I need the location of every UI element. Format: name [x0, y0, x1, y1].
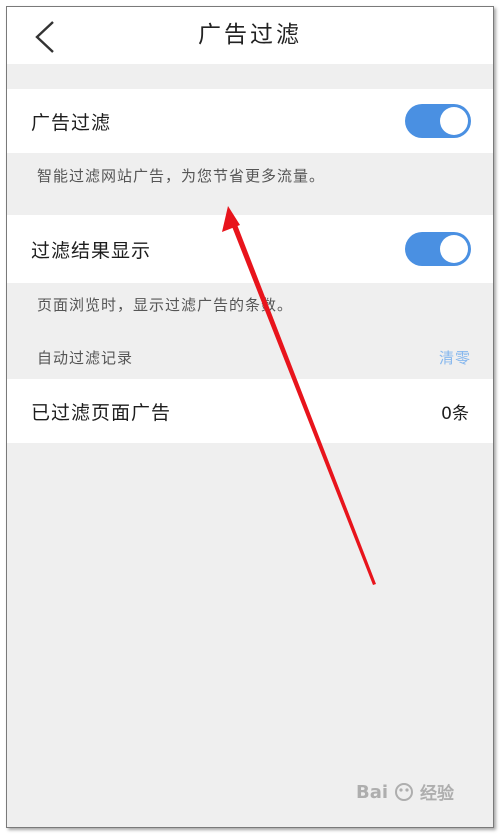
baidu-watermark: Bai 经验 [356, 778, 454, 804]
result-display-row: 过滤结果显示 [7, 215, 493, 283]
result-display-toggle[interactable] [405, 232, 471, 266]
baidu-logo-icon: Bai [356, 782, 413, 803]
svg-text:Bai: Bai [356, 782, 388, 803]
result-display-label: 过滤结果显示 [31, 239, 152, 262]
filtered-pages-label: 已过滤页面广告 [31, 401, 172, 424]
ad-filter-row: 广告过滤 [7, 89, 493, 153]
ad-filter-description: 智能过滤网站广告，为您节省更多流量。 [37, 167, 326, 185]
ad-filter-label: 广告过滤 [31, 111, 112, 134]
auto-record-label: 自动过滤记录 [37, 349, 134, 367]
clear-button[interactable]: 清零 [439, 347, 471, 368]
result-display-description: 页面浏览时，显示过滤广告的条数。 [37, 296, 294, 314]
toggle-knob [440, 235, 468, 263]
filtered-pages-row: 已过滤页面广告 0条 [7, 379, 493, 443]
phone-screen: 广告过滤 广告过滤 智能过滤网站广告，为您节省更多流量。 过滤结果显示 页面浏览… [6, 6, 494, 828]
toggle-knob [440, 107, 468, 135]
navigation-bar: 广告过滤 [7, 7, 493, 64]
filtered-count: 0条 [441, 403, 469, 424]
ad-filter-toggle[interactable] [405, 104, 471, 138]
watermark-text: 经验 [420, 783, 454, 804]
page-title: 广告过滤 [198, 22, 302, 48]
